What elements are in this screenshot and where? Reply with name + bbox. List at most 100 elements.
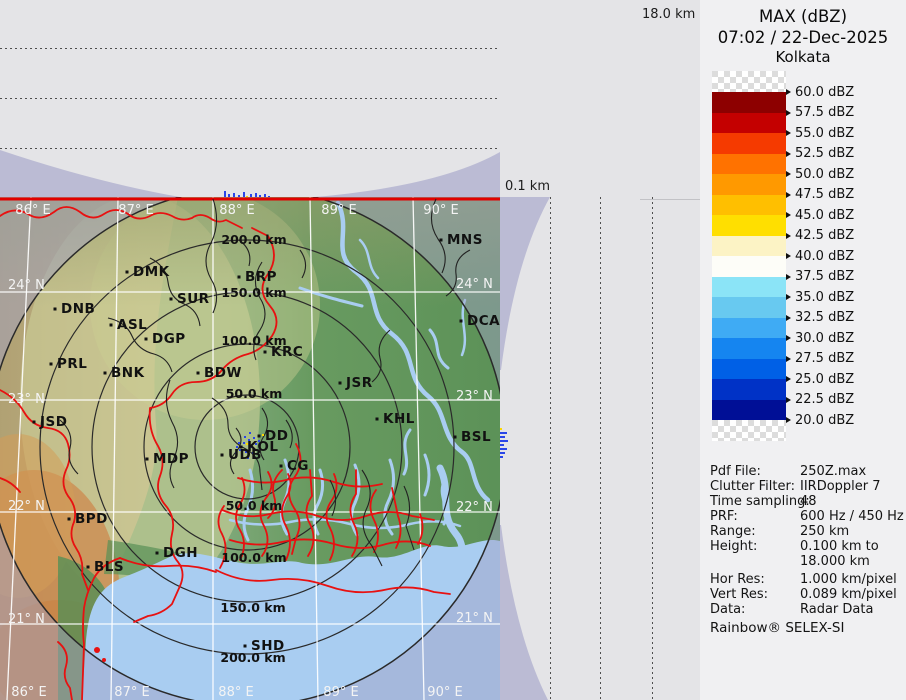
scale-label-text: 27.5 dBZ (795, 351, 854, 366)
city-marker (50, 363, 53, 366)
city-marker (156, 552, 159, 555)
radar-map: 86° E86° E87° E87° E88° E88° E89° E89° E… (0, 197, 500, 700)
city-label: BLS (94, 559, 124, 575)
metadata-value: 1.000 km/pixel (800, 572, 897, 587)
city-label: KRC (271, 344, 303, 360)
transparent-swatch-below-min (712, 420, 786, 441)
scale-tick-icon (786, 110, 791, 116)
scale-label-text: 30.0 dBZ (795, 331, 854, 346)
scale-label: 32.5 dBZ (786, 310, 854, 325)
echo-pixel (243, 442, 245, 444)
scale-tick-icon (786, 130, 791, 136)
side-projection-panel (500, 197, 706, 700)
scale-swatch (712, 318, 786, 339)
scale-label-text: 35.0 dBZ (795, 290, 854, 305)
scale-tick-icon (786, 192, 791, 198)
longitude-label: 88° E (218, 685, 253, 700)
echo-column (500, 440, 508, 442)
city-label: DCA (467, 313, 500, 329)
coverage-arc (500, 525, 548, 700)
city-marker (454, 436, 457, 439)
range-ring-label: 50.0 km (226, 498, 283, 513)
metadata-value: 250Z.max (800, 464, 866, 479)
echo-column (500, 444, 504, 446)
longitude-label: 87° E (114, 685, 149, 700)
city-label: UDB (228, 447, 262, 463)
scale-swatch (712, 256, 786, 277)
scale-label: 40.0 dBZ (786, 249, 854, 264)
city-label: DMK (133, 264, 170, 280)
metadata-value: 250 km (800, 524, 849, 539)
city-marker (264, 351, 267, 354)
scale-label-text: 50.0 dBZ (795, 167, 854, 182)
scale-label-text: 42.5 dBZ (795, 228, 854, 243)
city-marker (339, 382, 342, 385)
longitude-label: 89° E (321, 203, 356, 218)
city-label: KHL (383, 411, 415, 427)
scale-swatch (712, 133, 786, 154)
city-label: ASL (117, 317, 147, 333)
city-label: JSD (39, 414, 67, 430)
city-marker (376, 418, 379, 421)
scale-swatch (712, 379, 786, 400)
side-panel-coverage (500, 197, 706, 700)
city-label: BNK (111, 365, 145, 381)
scale-label: 42.5 dBZ (786, 228, 854, 243)
scale-label-text: 60.0 dBZ (795, 85, 854, 100)
scale-tick-icon (786, 171, 791, 177)
metadata-label: Time sampling: (710, 494, 810, 509)
scale-tick-icon (786, 212, 791, 218)
city-marker (170, 298, 173, 301)
city-marker (244, 645, 247, 648)
scale-swatch (712, 195, 786, 216)
scale-tick-icon (786, 397, 791, 403)
longitude-label: 90° E (423, 203, 458, 218)
scale-label: 27.5 dBZ (786, 351, 854, 366)
scale-swatch (712, 113, 786, 134)
range-ring-label: 150.0 km (221, 285, 286, 300)
scale-swatch (712, 297, 786, 318)
longitude-label: 89° E (323, 685, 358, 700)
height-axis-min-label: 0.1 km (505, 179, 550, 194)
city-label: BRP (245, 269, 277, 285)
scale-swatch (712, 154, 786, 175)
scale-label: 50.0 dBZ (786, 167, 854, 182)
scale-swatch (712, 359, 786, 380)
scale-label: 45.0 dBZ (786, 208, 854, 223)
scale-tick-icon (786, 233, 791, 239)
scale-label-text: 55.0 dBZ (795, 126, 854, 141)
metadata-label: Height: (710, 539, 757, 554)
height-axis-max-label: 18.0 km (642, 7, 695, 22)
radar-display: 18.0 km 0.1 km (0, 0, 906, 700)
city-label: JSR (345, 375, 373, 391)
scale-tick-icon (786, 294, 791, 300)
city-marker (68, 518, 71, 521)
metadata-value: 18.000 km (800, 554, 870, 569)
scale-label-text: 37.5 dBZ (795, 269, 854, 284)
metadata-row: 18.000 km (710, 554, 902, 569)
city-marker (126, 271, 129, 274)
city-marker (440, 239, 443, 242)
longitude-label: 87° E (118, 203, 153, 218)
metadata-row: Time sampling:48 (710, 494, 902, 509)
metadata-row: Data:Radar Data (710, 602, 902, 617)
city-marker (145, 338, 148, 341)
scale-label: 22.5 dBZ (786, 392, 854, 407)
echo-column (500, 432, 507, 434)
city-marker (146, 458, 149, 461)
scale-label-text: 32.5 dBZ (795, 310, 854, 325)
scale-swatch (712, 92, 786, 113)
scale-label: 20.0 dBZ (786, 413, 854, 428)
scale-swatch (712, 236, 786, 257)
scale-label: 52.5 dBZ (786, 146, 854, 161)
scale-tick-icon (786, 335, 791, 341)
echo-column (500, 448, 507, 450)
scale-label-text: 40.0 dBZ (795, 249, 854, 264)
range-ring-label: 150.0 km (220, 600, 285, 615)
scale-label: 60.0 dBZ (786, 85, 854, 100)
scale-label: 35.0 dBZ (786, 290, 854, 305)
scale-swatch (712, 338, 786, 359)
city-label: MDP (153, 451, 189, 467)
range-ring-label: 200.0 km (221, 232, 286, 247)
echo-pixel (262, 434, 264, 436)
